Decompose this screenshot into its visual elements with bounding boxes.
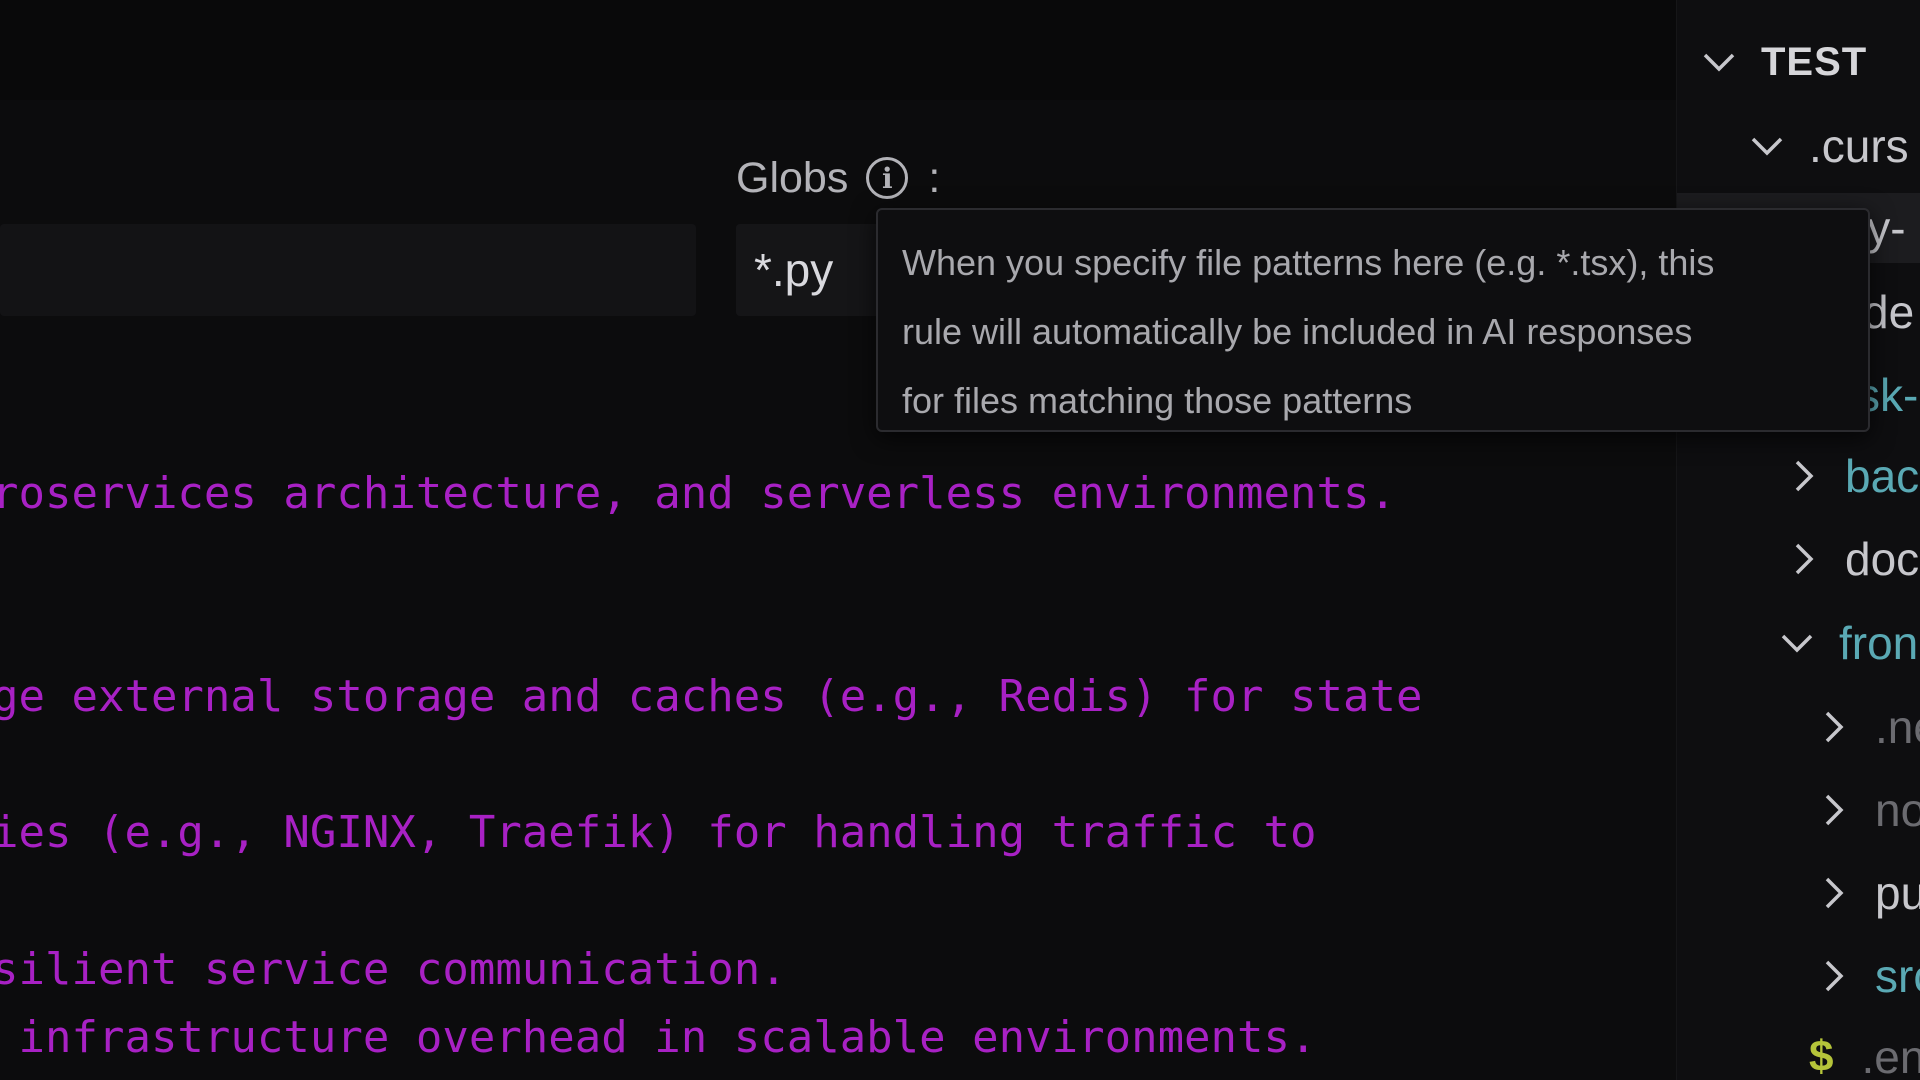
chevron-down-icon xyxy=(1777,623,1817,663)
tree-item-folder[interactable]: src xyxy=(1677,941,1920,1011)
chevron-right-icon xyxy=(1813,956,1853,996)
globs-label-colon: : xyxy=(928,153,941,202)
tree-item-file[interactable]: $ .en xyxy=(1677,1022,1920,1080)
tree-item-folder[interactable]: pu xyxy=(1677,858,1920,928)
chevron-right-icon xyxy=(1783,539,1823,579)
tree-item-label: pu xyxy=(1875,867,1920,919)
explorer-root[interactable]: TEST xyxy=(1677,27,1867,97)
chevron-down-icon xyxy=(1699,42,1739,82)
rule-content-line[interactable]: roservices architecture, and serverless … xyxy=(0,468,1396,519)
globs-input[interactable]: *.py xyxy=(736,224,886,316)
tree-item-label: .ne xyxy=(1875,701,1920,753)
explorer-root-label: TEST xyxy=(1761,39,1868,84)
rule-content-line[interactable]: ies (e.g., NGINX, Traefik) for handling … xyxy=(0,807,1317,858)
tree-item-folder[interactable]: bac xyxy=(1677,441,1919,511)
tree-item-label: .curs xyxy=(1809,120,1909,172)
env-file-icon: $ xyxy=(1809,1032,1834,1080)
rule-content-line[interactable]: ge external storage and caches (e.g., Re… xyxy=(0,671,1422,722)
tooltip-line: When you specify file patterns here (e.g… xyxy=(902,242,1715,283)
tooltip-line: for files matching those patterns xyxy=(902,380,1413,421)
tree-item-label: .en xyxy=(1861,1031,1920,1080)
tree-item-folder[interactable]: .curs xyxy=(1677,111,1909,181)
tree-item-folder[interactable]: no xyxy=(1677,775,1920,845)
chevron-right-icon xyxy=(1813,790,1853,830)
description-input[interactable] xyxy=(0,224,696,316)
tree-item-folder[interactable]: doc xyxy=(1677,524,1919,594)
tree-item-label: no xyxy=(1875,784,1920,836)
chevron-down-icon xyxy=(1747,126,1787,166)
rule-content-line[interactable]: infrastructure overhead in scalable envi… xyxy=(0,1012,1316,1063)
tree-item-label: fron xyxy=(1839,617,1919,669)
tree-item-label: doc xyxy=(1845,533,1920,585)
chevron-right-icon xyxy=(1813,873,1853,913)
editor-top-bar xyxy=(0,0,1676,101)
tooltip-line: rule will automatically be included in A… xyxy=(902,311,1693,352)
tree-item-label: src xyxy=(1875,950,1920,1002)
chevron-right-icon xyxy=(1783,456,1823,496)
chevron-right-icon xyxy=(1813,707,1853,747)
tree-item-label: bac xyxy=(1845,450,1920,502)
file-explorer: TEST .curs ly- de sk- bac doc fron .ne n… xyxy=(1676,0,1920,1080)
globs-label: Globs i : xyxy=(736,152,940,204)
tree-item-label: de xyxy=(1863,286,1915,338)
rule-content-line[interactable]: silient service communication. xyxy=(0,944,787,995)
tree-item-folder[interactable]: .ne xyxy=(1677,692,1920,762)
globs-label-text: Globs xyxy=(736,153,849,202)
info-icon[interactable]: i xyxy=(866,157,909,199)
globs-tooltip: When you specify file patterns here (e.g… xyxy=(876,208,1870,432)
globs-input-value: *.py xyxy=(754,244,834,296)
tree-item-folder[interactable]: fron xyxy=(1677,608,1918,678)
